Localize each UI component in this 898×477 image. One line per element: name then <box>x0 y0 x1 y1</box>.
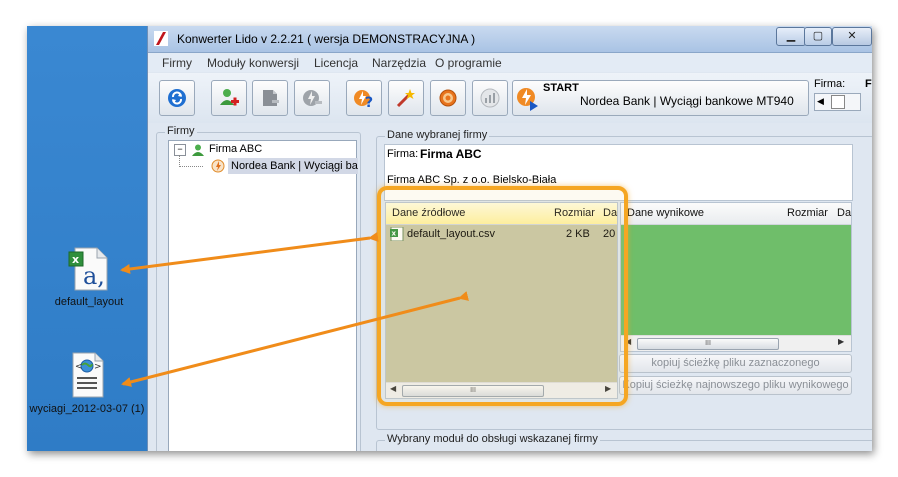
screenshot: x a, default_layout < > wyciagi_2012-03-… <box>27 26 872 451</box>
close-button[interactable]: ✕ <box>832 27 872 46</box>
maximize-icon: ▢ <box>812 30 824 42</box>
refresh-button[interactable] <box>159 80 195 116</box>
desktop-icon-label: wyciagi_2012-03-07 (1) <box>29 403 145 415</box>
excel-csv-file-icon: x a, <box>68 247 108 291</box>
scroller-thumb[interactable] <box>831 95 845 109</box>
title-bar[interactable]: Konwerter Lido v 2.2.21 ( wersja DEMONST… <box>148 26 872 53</box>
output-list[interactable]: Dane wynikowe Rozmiar Da ◀ III ▶ <box>620 202 852 352</box>
maximize-button[interactable]: ▢ <box>804 27 832 46</box>
desktop-icon-label: default_layout <box>54 296 124 308</box>
menu-o-programie[interactable]: O programie <box>435 56 502 70</box>
convert-button[interactable] <box>294 80 330 116</box>
wizard-button[interactable] <box>388 80 424 116</box>
module-button[interactable] <box>252 80 288 116</box>
company-data-group-label: Dane wybranej firmy <box>385 129 490 141</box>
svg-text:>: > <box>94 362 102 372</box>
add-company-icon <box>220 89 239 106</box>
convert-icon <box>303 90 322 106</box>
firmy-group-label: Firmy <box>165 125 197 137</box>
chevron-left-icon[interactable]: ◀ <box>817 96 824 107</box>
start-bank-label: Nordea Bank | Wyciągi bankowe MT940 <box>580 94 794 108</box>
toolbar: ? START Nordea Bank | Wyciągi bankowe MT… <box>148 73 872 123</box>
col-output-size[interactable]: Rozmiar <box>787 207 828 219</box>
company-icon <box>192 144 204 156</box>
firma-scroller[interactable]: ◀ <box>814 93 861 111</box>
output-scroll-thumb[interactable]: III <box>637 338 779 350</box>
tree-connector <box>179 166 203 168</box>
module-group-label: Wybrany moduł do obsługi wskazanej firmy <box>385 433 600 445</box>
firma-label-cut: F <box>865 78 872 90</box>
refresh-icon <box>168 89 186 107</box>
company-tree[interactable]: − Firma ABC Nordea Bank | Wyciągi ba <box>168 140 358 451</box>
firma-prefix: Firma: <box>387 148 419 160</box>
source-highlight-frame <box>377 186 628 406</box>
col-output-date[interactable]: Da <box>837 207 851 219</box>
minimize-button[interactable]: ▁ <box>776 27 806 46</box>
window-title: Konwerter Lido v 2.2.21 ( wersja DEMONST… <box>177 32 476 46</box>
menu-narzedzia[interactable]: Narzędzia <box>372 56 426 70</box>
help-button[interactable]: ? <box>346 80 382 116</box>
svg-text:x: x <box>72 253 79 266</box>
firma-address: Firma ABC Sp. z o.o. Bielsko-Biała <box>387 174 557 186</box>
minimize-icon: ▁ <box>786 30 796 42</box>
svg-text:<: < <box>75 362 83 372</box>
tree-module-item[interactable]: Nordea Bank | Wyciągi ba <box>228 158 358 174</box>
close-icon: ✕ <box>847 30 857 42</box>
start-convert-icon <box>517 88 538 111</box>
module-lightning-icon <box>211 159 225 173</box>
statistics-button[interactable] <box>472 80 508 116</box>
firma-name: Firma ABC <box>420 147 482 161</box>
help-icon: ? <box>354 90 373 108</box>
desktop-icon-wyciagi[interactable]: < > wyciagi_2012-03-07 (1) <box>29 351 145 416</box>
col-output-name[interactable]: Dane wynikowe <box>627 207 704 219</box>
app-logo-icon <box>154 31 168 46</box>
settings-icon <box>439 89 457 107</box>
desktop: x a, default_layout < > wyciagi_2012-03-… <box>27 26 152 451</box>
copy-newest-path-button[interactable]: Kopiuj ścieżkę najnowszego pliku wynikow… <box>619 376 852 395</box>
output-hscrollbar[interactable]: ◀ III ▶ <box>621 335 851 351</box>
scroll-right-icon[interactable]: ▶ <box>838 337 844 346</box>
menu-moduly-konwersji[interactable]: Moduły konwersji <box>207 56 299 70</box>
web-document-file-icon: < > <box>72 352 104 398</box>
settings-button[interactable] <box>430 80 466 116</box>
svg-text:a,: a, <box>83 262 105 290</box>
svg-text:?: ? <box>365 95 373 108</box>
module-group: Wybrany moduł do obsługi wskazanej firmy <box>376 433 872 451</box>
tree-company-label[interactable]: Firma ABC <box>209 143 262 155</box>
start-button[interactable]: START Nordea Bank | Wyciągi bankowe MT94… <box>512 80 809 116</box>
firma-label: Firma: <box>814 78 846 90</box>
menu-bar: Firmy Moduły konwersji Licencja Narzędzi… <box>148 53 872 72</box>
menu-firmy[interactable]: Firmy <box>162 56 192 70</box>
copy-selected-path-button[interactable]: kopiuj ścieżkę pliku zaznaczonego <box>619 354 852 373</box>
start-label: START <box>543 82 579 94</box>
desktop-icon-default-layout[interactable]: x a, default_layout <box>33 246 145 309</box>
wizard-icon <box>396 89 415 108</box>
add-company-button[interactable] <box>211 80 247 116</box>
chart-icon <box>480 88 500 108</box>
module-icon <box>263 90 279 106</box>
menu-licencja[interactable]: Licencja <box>314 56 358 70</box>
output-list-header: Dane wynikowe Rozmiar Da <box>621 203 851 225</box>
